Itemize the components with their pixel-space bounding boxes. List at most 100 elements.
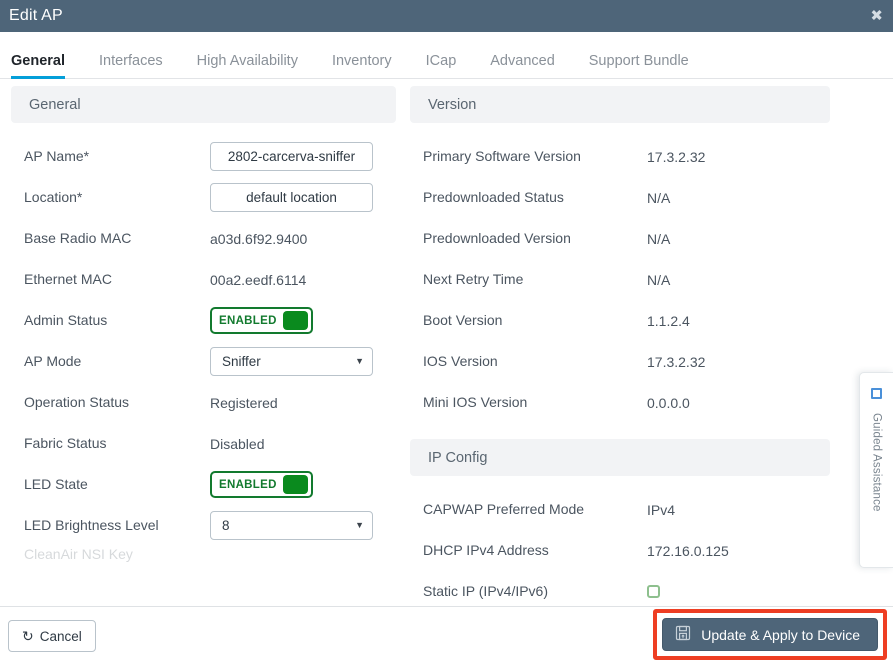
input-location[interactable]: default location [210,183,373,212]
tab-label: ICap [425,53,457,69]
field-value: 17.3.2.32 [647,148,706,165]
section-header-general-label: General [29,96,81,113]
update-button-highlight: Update & Apply to Device [653,609,887,660]
field-row-ethernet-mac: Ethernet MAC 00a2.eedf.6114 [11,259,396,300]
close-icon[interactable]: ✖ [870,8,883,24]
cancel-button-label: Cancel [39,628,82,644]
cancel-button[interactable]: ↻ Cancel [8,620,96,652]
field-value: Disabled [210,435,265,452]
select-value: 8 [222,518,230,533]
tab-bar: General Interfaces High Availability Invent… [0,32,893,79]
tab-icap[interactable]: ICap [426,53,457,78]
dialog-body-scroll-region[interactable]: General AP Name* 2802-carcerva-sniffer Loc… [0,79,893,606]
field-label: Mini IOS Version [423,394,528,411]
chevron-down-icon: ▼ [355,520,364,530]
field-row-static-ip-ipv4-ipv6: Static IP (IPv4/IPv6) [410,571,830,606]
field-value: a03d.6f92.9400 [210,230,308,247]
field-row-led-brightness-level: LED Brightness Level 8 ▼ [11,505,396,546]
toggle-knob [283,475,308,494]
section-header-general: General [11,86,396,123]
field-row-boot-version: Boot Version 1.1.2.4 [410,300,830,341]
field-label: DHCP IPv4 Address [423,542,549,559]
field-value: 17.3.2.32 [647,353,706,370]
field-value: N/A [647,189,671,206]
field-row-ap-name: AP Name* 2802-carcerva-sniffer [11,136,396,177]
toggle-led-state[interactable]: ENABLED [210,471,313,498]
select-value: Sniffer [222,354,261,369]
field-row-led-state: LED State ENABLED [11,464,396,505]
checkbox-static-ip-ipv4-ipv6[interactable] [647,585,660,598]
tab-high-availability[interactable]: High Availability [197,53,298,78]
field-label: Boot Version [423,312,503,329]
field-label: Base Radio MAC [24,230,132,247]
toggle-label: ENABLED [219,314,277,327]
field-label: Location* [24,189,83,206]
section-header-ip-config-label: IP Config [428,449,488,466]
tab-general[interactable]: General [11,53,65,79]
field-value: Registered [210,394,278,411]
toggle-admin-status[interactable]: ENABLED [210,307,313,334]
tab-support-bundle[interactable]: Support Bundle [589,53,689,78]
field-label: LED Brightness Level [24,517,159,534]
dialog-title: Edit AP [9,7,63,24]
tab-interfaces[interactable]: Interfaces [99,53,163,78]
field-value: N/A [647,230,671,247]
field-label: Predownloaded Status [423,189,564,206]
update-and-apply-to-device-button[interactable]: Update & Apply to Device [662,618,878,651]
field-row-base-radio-mac: Base Radio MAC a03d.6f92.9400 [11,218,396,259]
field-row-fabric-status: Fabric Status Disabled [11,423,396,464]
field-row-capwap-preferred-mode: CAPWAP Preferred Mode IPv4 [410,489,830,530]
field-label: AP Name* [24,148,90,165]
tab-label: General [11,53,65,69]
save-icon [675,625,691,644]
toggle-knob [283,311,308,330]
dialog-titlebar: Edit AP ✖ [0,0,893,32]
field-row-predownloaded-version: Predownloaded Version N/A [410,218,830,259]
tab-label: Support Bundle [588,53,689,69]
field-value: IPv4 [647,501,676,518]
field-label: Admin Status [24,312,108,329]
select-ap-mode[interactable]: Sniffer ▼ [210,347,373,376]
section-header-version-label: Version [428,96,477,113]
undo-arrow-icon: ↻ [22,628,34,644]
field-row-mini-ios-version: Mini IOS Version 0.0.0.0 [410,382,830,423]
field-value: 1.1.2.4 [647,312,690,329]
clipped-row-label: CleanAir NSI Key [24,546,133,562]
chevron-down-icon: ▼ [355,356,364,366]
toggle-label: ENABLED [219,478,277,491]
input-ap-name[interactable]: 2802-carcerva-sniffer [210,142,373,171]
tab-label: High Availability [196,53,298,69]
clipped-row: CleanAir NSI Key [11,546,396,564]
tab-label: Inventory [331,53,392,69]
field-row-ap-mode: AP Mode Sniffer ▼ [11,341,396,382]
guided-assistance-tab[interactable]: Guided Assistance [859,372,893,568]
field-row-admin-status: Admin Status ENABLED [11,300,396,341]
field-row-ios-version: IOS Version 17.3.2.32 [410,341,830,382]
square-outline-icon [871,388,882,399]
version-column: Version Primary Software Version 17.3.2.3… [410,86,830,606]
tab-advanced[interactable]: Advanced [490,53,555,78]
field-label: Operation Status [24,394,130,411]
field-row-primary-software-version: Primary Software Version 17.3.2.32 [410,136,830,177]
field-value: 0.0.0.0 [647,394,690,411]
tab-inventory[interactable]: Inventory [332,53,392,78]
field-row-next-retry-time: Next Retry Time N/A [410,259,830,300]
field-label: Static IP (IPv4/IPv6) [423,583,549,600]
select-led-brightness-level[interactable]: 8 ▼ [210,511,373,540]
guided-assistance-label: Guided Assistance [870,413,883,512]
field-label: Next Retry Time [423,271,524,288]
field-label: LED State [24,476,88,493]
general-column: General AP Name* 2802-carcerva-sniffer Loc… [0,86,410,606]
section-header-version: Version [410,86,830,123]
field-label: AP Mode [24,353,82,370]
field-label: IOS Version [423,353,498,370]
field-label: Fabric Status [24,435,107,452]
field-row-location: Location* default location [11,177,396,218]
field-value: 00a2.eedf.6114 [210,271,307,288]
field-label: CAPWAP Preferred Mode [423,501,585,518]
field-label: Predownloaded Version [423,230,571,247]
field-value: 172.16.0.125 [647,542,729,559]
field-label: Ethernet MAC [24,271,112,288]
tab-label: Advanced [490,53,555,69]
section-header-ip-config: IP Config [410,439,830,476]
